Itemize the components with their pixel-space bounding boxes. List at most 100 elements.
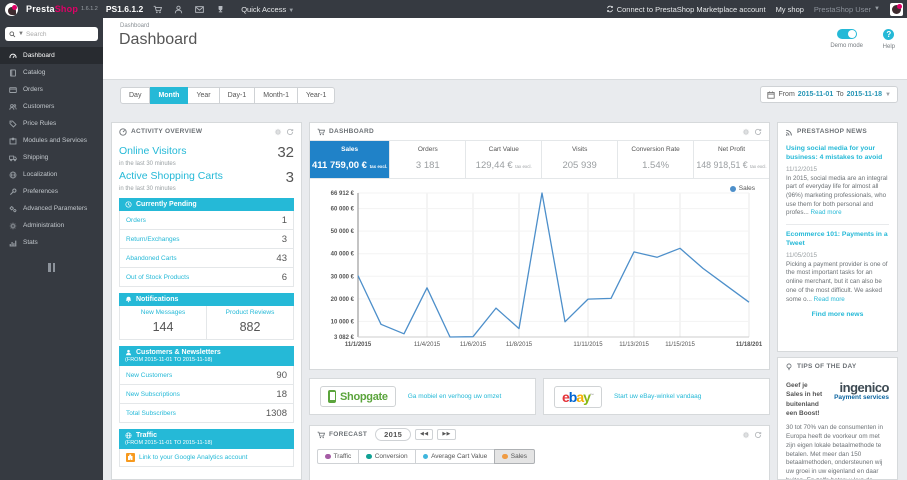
ingenico-logo-subtext: Payment services	[834, 394, 889, 401]
activity-overview-body: Online Visitors 32 in the last 30 minute…	[112, 140, 301, 469]
toggle-sales[interactable]: Sales	[494, 449, 535, 464]
kpi-label: Net Profit	[717, 146, 746, 153]
user-menu[interactable]: PrestaShop User ▼	[814, 5, 880, 14]
sidebar-item-stats[interactable]: Stats	[0, 234, 103, 251]
read-more-link[interactable]: Read more	[814, 296, 845, 303]
kpi-tab-orders[interactable]: Orders 3 181	[389, 141, 465, 178]
news-article-excerpt: In 2015, social media are an integral pa…	[786, 174, 888, 217]
find-more-news-link[interactable]: Find more news	[786, 311, 889, 318]
shop-name[interactable]: PS1.6.1.2	[106, 4, 143, 14]
help-label: Help	[882, 44, 895, 50]
preset-month-button[interactable]: Month	[150, 87, 189, 104]
collapse-menu-icon[interactable]	[47, 263, 57, 272]
brand[interactable]: PrestaShop	[26, 4, 78, 14]
panel-settings-button[interactable]	[742, 128, 750, 136]
sidebar-item-modules[interactable]: Modules and Services	[0, 132, 103, 149]
gear-icon	[742, 128, 750, 135]
shopgate-logo[interactable]: Shopgate	[320, 386, 396, 407]
cart-icon[interactable]	[151, 3, 164, 16]
legend-label: Sales	[738, 185, 755, 192]
rewind-icon[interactable]: ◀◀	[415, 429, 434, 440]
sidebar-search[interactable]: ▼	[5, 27, 98, 41]
sidebar-item-shipping[interactable]: Shipping	[0, 149, 103, 166]
conversion-dot-icon	[366, 453, 372, 460]
prestashop-logo[interactable]	[5, 2, 18, 16]
row-link[interactable]: Return/Exchanges	[126, 236, 179, 243]
preset-year-button[interactable]: Year	[188, 87, 220, 104]
forecast-year[interactable]: 2015	[375, 428, 412, 441]
sidebar-item-orders[interactable]: Orders	[0, 81, 103, 98]
kpi-label: Orders	[417, 146, 438, 153]
read-more-link[interactable]: Read more	[811, 209, 842, 216]
search-scope-caret-icon[interactable]: ▼	[18, 31, 24, 37]
row-link[interactable]: New Customers	[126, 372, 172, 379]
shopgate-link[interactable]: Ga mobiel en verhoog uw omzet	[408, 393, 502, 400]
svg-text:30 000 €: 30 000 €	[331, 274, 355, 280]
user-avatar[interactable]	[890, 2, 903, 16]
google-analytics-link[interactable]: Link to your Google Analytics account	[139, 454, 247, 461]
active-carts-subtitle: in the last 30 minutes	[119, 186, 176, 192]
date-range-picker[interactable]: From 2015-11-01 To 2015-11-18 ▼	[760, 86, 898, 103]
help-icon[interactable]: ?	[883, 29, 895, 40]
svg-text:11/13/2015: 11/13/2015	[619, 342, 649, 348]
group-icon	[9, 103, 17, 110]
news-article-title[interactable]: Ecommerce 101: Payments in a Tweet	[786, 231, 889, 249]
kpi-value: 411 759,00 €	[312, 160, 367, 171]
sidebar-item-customers[interactable]: Customers	[0, 98, 103, 115]
dashboard-panel-header: DASHBOARD	[310, 123, 769, 140]
panel-refresh-button[interactable]	[754, 128, 762, 136]
kpi-value: 3 181	[415, 160, 440, 171]
panel-refresh-button[interactable]	[286, 128, 294, 136]
online-visitors-link[interactable]: Online Visitors	[119, 145, 187, 157]
row-link[interactable]: Total Subscribers	[126, 410, 176, 417]
ebay-link[interactable]: Start uw eBay-winkel vandaag	[614, 393, 701, 400]
toggle-traffic[interactable]: Traffic	[317, 449, 360, 464]
page-header: Dashboard Dashboard Demo mode ? Help	[103, 18, 907, 80]
cell-link[interactable]: New Messages	[120, 309, 206, 316]
my-shop-link[interactable]: My shop	[776, 5, 804, 14]
preset-day-button[interactable]: Day	[120, 87, 151, 104]
forecast-metric-toggles: Traffic Conversion Average Cart Value Sa…	[310, 443, 769, 470]
sidebar-item-price-rules[interactable]: Price Rules	[0, 115, 103, 132]
svg-text:60 000 €: 60 000 €	[331, 207, 355, 213]
kpi-tab-visits[interactable]: Visits 205 939	[541, 141, 617, 178]
row-link[interactable]: Orders	[126, 217, 146, 224]
demo-mode-toggle[interactable]	[836, 29, 857, 39]
preset-day-1-button[interactable]: Day-1	[219, 87, 256, 104]
panel-refresh-button[interactable]	[754, 431, 762, 439]
marketplace-link[interactable]: Connect to PrestaShop Marketplace accoun…	[606, 5, 766, 14]
customer-icon[interactable]	[172, 3, 185, 16]
trophy-icon[interactable]	[214, 3, 227, 16]
sidebar-item-preferences[interactable]: Preferences	[0, 183, 103, 200]
messages-icon[interactable]	[193, 3, 206, 16]
toggle-label: Average Cart Value	[431, 453, 488, 460]
sidebar-item-administration[interactable]: Administration	[0, 217, 103, 234]
sidebar-item-localization[interactable]: Localization	[0, 166, 103, 183]
google-analytics-icon	[126, 453, 135, 462]
quick-access-menu[interactable]: Quick Access ▼	[241, 5, 294, 14]
preset-year-1-button[interactable]: Year-1	[297, 87, 336, 104]
news-article-title[interactable]: Using social media for your business: 4 …	[786, 145, 889, 163]
divider	[786, 224, 889, 226]
cell-link[interactable]: Product Reviews	[207, 309, 293, 316]
kpi-tab-cart-value[interactable]: Cart Value 129,44 € tax excl.	[465, 141, 541, 178]
kpi-tab-conversion-rate[interactable]: Conversion Rate 1.54%	[617, 141, 693, 178]
search-input[interactable]	[25, 30, 86, 38]
preset-month-1-button[interactable]: Month-1	[255, 87, 298, 104]
active-carts-link[interactable]: Active Shopping Carts	[119, 170, 223, 182]
row-link[interactable]: Out of Stock Products	[126, 274, 189, 281]
fast-forward-icon[interactable]: ▶▶	[437, 429, 456, 440]
panel-settings-button[interactable]	[274, 128, 282, 136]
panel-settings-button[interactable]	[742, 431, 750, 439]
ebay-logo[interactable]: ebay™	[554, 385, 602, 408]
row-value: 1308	[265, 407, 287, 419]
row-link[interactable]: New Subscriptions	[126, 391, 180, 398]
row-link[interactable]: Abandoned Carts	[126, 255, 177, 262]
toggle-average-cart-value[interactable]: Average Cart Value	[414, 449, 496, 464]
sidebar-item-catalog[interactable]: Catalog	[0, 64, 103, 81]
sidebar-item-dashboard[interactable]: Dashboard	[0, 47, 103, 64]
toggle-conversion[interactable]: Conversion	[358, 449, 416, 464]
sidebar-item-advanced-parameters[interactable]: Advanced Parameters	[0, 200, 103, 217]
kpi-tab-sales[interactable]: Sales 411 759,00 € tax excl.	[310, 141, 390, 178]
kpi-tab-net-profit[interactable]: Net Profit 148 918,51 € tax excl.	[693, 141, 769, 178]
